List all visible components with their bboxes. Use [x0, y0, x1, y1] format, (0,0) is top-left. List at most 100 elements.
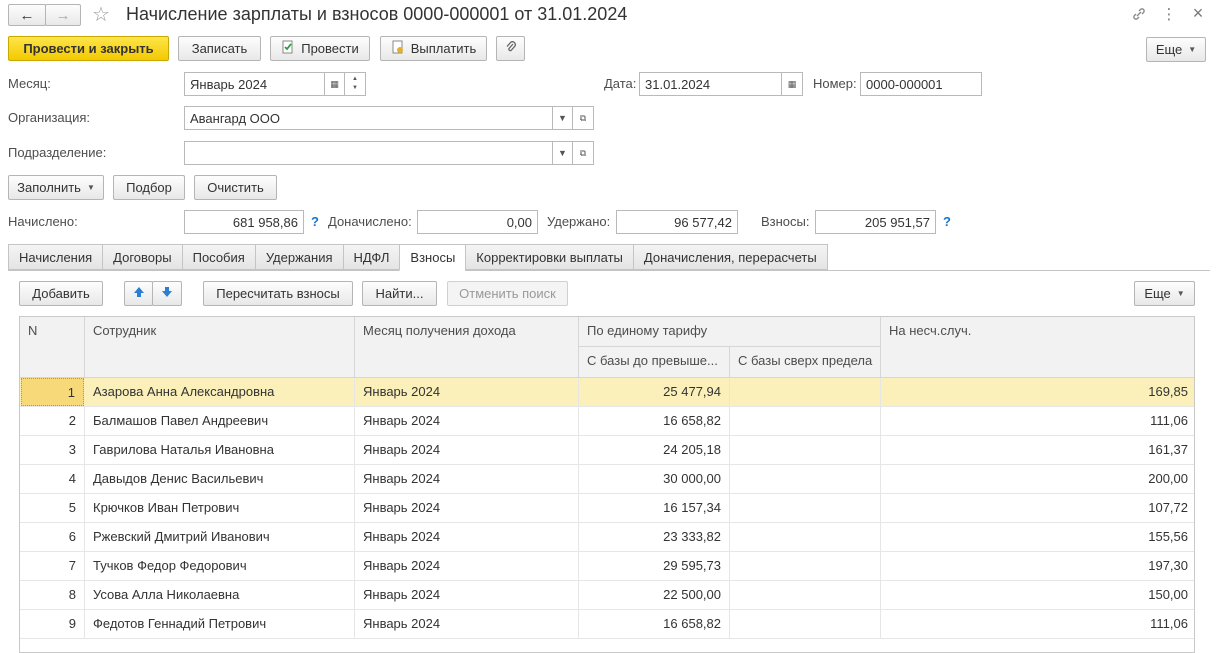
row-number: 2 [20, 407, 85, 435]
employee-name: Гаврилова Наталья Ивановна [85, 436, 355, 464]
link-icon[interactable] [1129, 4, 1149, 24]
stepper-up-icon: ▲ [352, 76, 358, 82]
table-row[interactable]: 2 Балмашов Павел Андреевич Январь 2024 1… [20, 407, 1194, 436]
income-month: Январь 2024 [355, 494, 579, 522]
tab-accruals[interactable]: Начисления [8, 244, 103, 270]
forward-button[interactable]: → [45, 4, 81, 26]
open-form-icon: ⧉ [579, 112, 587, 123]
calendar-icon: ▦ [330, 78, 339, 89]
accident-insurance: 161,37 [1148, 442, 1188, 457]
date-field[interactable]: 31.01.2024 [639, 72, 782, 96]
contributions-field[interactable]: 205 951,57 [815, 210, 936, 234]
move-up-button[interactable] [124, 281, 153, 306]
table-row[interactable]: 4 Давыдов Денис Васильевич Январь 2024 3… [20, 465, 1194, 494]
more-button[interactable]: Еще ▼ [1146, 37, 1206, 62]
base-above-limit [730, 494, 881, 522]
cancel-search-button[interactable]: Отменить поиск [447, 281, 568, 306]
row-number: 6 [20, 523, 85, 551]
table-row[interactable]: 9 Федотов Геннадий Петрович Январь 2024 … [20, 610, 1194, 639]
tab-ndfl[interactable]: НДФЛ [342, 244, 400, 270]
month-stepper[interactable]: ▲ ▼ [344, 72, 366, 96]
post-button[interactable]: Провести [270, 36, 370, 61]
date-label: Дата: [604, 76, 637, 91]
column-header-n[interactable]: N [20, 317, 85, 378]
employee-name: Ржевский Дмитрий Иванович [85, 523, 355, 551]
organization-field[interactable]: Авангард ООО [184, 106, 553, 130]
row-number: 5 [20, 494, 85, 522]
organization-dropdown-button[interactable]: ▼ [552, 106, 573, 130]
chevron-down-icon: ▼ [1188, 45, 1197, 54]
table-row[interactable]: 8 Усова Алла Николаевна Январь 2024 22 5… [20, 581, 1194, 610]
post-and-close-button[interactable]: Провести и закрыть [8, 36, 169, 61]
accrued-field[interactable]: 681 958,86 [184, 210, 304, 234]
row-number: 1 [21, 378, 84, 406]
clear-button[interactable]: Очистить [194, 175, 277, 200]
row-number: 4 [20, 465, 85, 493]
table-row[interactable]: 5 Крючков Иван Петрович Январь 2024 16 1… [20, 494, 1194, 523]
tab-benefits[interactable]: Пособия [181, 244, 255, 270]
month-field[interactable]: Январь 2024 [184, 72, 325, 96]
recalculate-contributions-button[interactable]: Пересчитать взносы [203, 281, 353, 306]
base-below-limit: 16 658,82 [579, 407, 730, 435]
date-calendar-button[interactable]: ▦ [781, 72, 803, 96]
base-above-limit [730, 465, 881, 493]
base-below-limit: 16 658,82 [579, 610, 730, 638]
employee-name: Тучков Федор Федорович [85, 552, 355, 580]
close-icon[interactable]: × [1188, 3, 1208, 23]
department-dropdown-button[interactable]: ▼ [552, 141, 573, 165]
accrued-help-icon[interactable]: ? [311, 210, 319, 234]
department-field[interactable] [184, 141, 553, 165]
extra-accrued-field[interactable]: 0,00 [417, 210, 538, 234]
attach-button[interactable] [496, 36, 525, 61]
column-header-accident-insurance[interactable]: На несч.случ. [881, 317, 1194, 378]
arrow-left-icon: ← [19, 6, 35, 24]
tab-contributions[interactable]: Взносы [399, 244, 466, 271]
tab-recalculations[interactable]: Доначисления, перерасчеты [632, 244, 828, 270]
favorite-star-icon[interactable]: ☆ [92, 2, 110, 27]
back-button[interactable]: ← [8, 4, 46, 26]
column-header-single-tariff[interactable]: По единому тарифу [579, 317, 881, 347]
base-above-limit [730, 523, 881, 551]
extra-accrued-label: Доначислено: [328, 214, 412, 229]
contributions-help-icon[interactable]: ? [943, 210, 951, 234]
base-above-limit [730, 581, 881, 609]
column-header-base-above-limit[interactable]: С базы сверх предела [730, 347, 881, 378]
organization-open-button[interactable]: ⧉ [572, 106, 594, 130]
base-above-limit [730, 378, 881, 406]
contributions-table: N Сотрудник Месяц получения дохода По ед… [19, 316, 1195, 653]
save-button[interactable]: Записать [178, 36, 261, 61]
income-month: Январь 2024 [355, 378, 579, 406]
table-row[interactable]: 3 Гаврилова Наталья Ивановна Январь 2024… [20, 436, 1194, 465]
table-row[interactable]: 1 Азарова Анна Александровна Январь 2024… [20, 378, 1194, 407]
select-button[interactable]: Подбор [113, 175, 185, 200]
employee-name: Усова Алла Николаевна [85, 581, 355, 609]
table-row[interactable]: 6 Ржевский Дмитрий Иванович Январь 2024 … [20, 523, 1194, 552]
move-down-button[interactable] [152, 281, 182, 306]
table-more-button[interactable]: Еще ▼ [1134, 281, 1195, 306]
find-button[interactable]: Найти... [362, 281, 437, 306]
tab-contracts[interactable]: Договоры [102, 244, 182, 270]
employee-name: Крючков Иван Петрович [85, 494, 355, 522]
base-below-limit: 23 333,82 [579, 523, 730, 551]
pay-button[interactable]: Выплатить [380, 36, 487, 61]
more-menu-icon[interactable]: ⋮ [1159, 4, 1179, 24]
column-header-employee[interactable]: Сотрудник [85, 317, 355, 378]
column-header-income-month[interactable]: Месяц получения дохода [355, 317, 579, 378]
base-above-limit [730, 610, 881, 638]
table-row[interactable]: 7 Тучков Федор Федорович Январь 2024 29 … [20, 552, 1194, 581]
calendar-button[interactable]: ▦ [324, 72, 345, 96]
number-field[interactable]: 0000-000001 [860, 72, 982, 96]
calendar-icon: ▦ [787, 78, 797, 89]
employee-name: Давыдов Денис Васильевич [85, 465, 355, 493]
withheld-field[interactable]: 96 577,42 [616, 210, 738, 234]
column-header-base-below-limit[interactable]: С базы до превыше... [579, 347, 730, 378]
base-above-limit [730, 436, 881, 464]
tab-bar: Начисления Договоры Пособия Удержания НД… [8, 244, 828, 271]
fill-button[interactable]: Заполнить ▼ [8, 175, 104, 200]
department-open-button[interactable]: ⧉ [572, 141, 594, 165]
add-row-button[interactable]: Добавить [19, 281, 103, 306]
employee-name: Балмашов Павел Андреевич [85, 407, 355, 435]
tab-deductions[interactable]: Удержания [254, 244, 343, 270]
employee-name: Федотов Геннадий Петрович [85, 610, 355, 638]
tab-payment-adjustments[interactable]: Корректировки выплаты [465, 244, 633, 270]
